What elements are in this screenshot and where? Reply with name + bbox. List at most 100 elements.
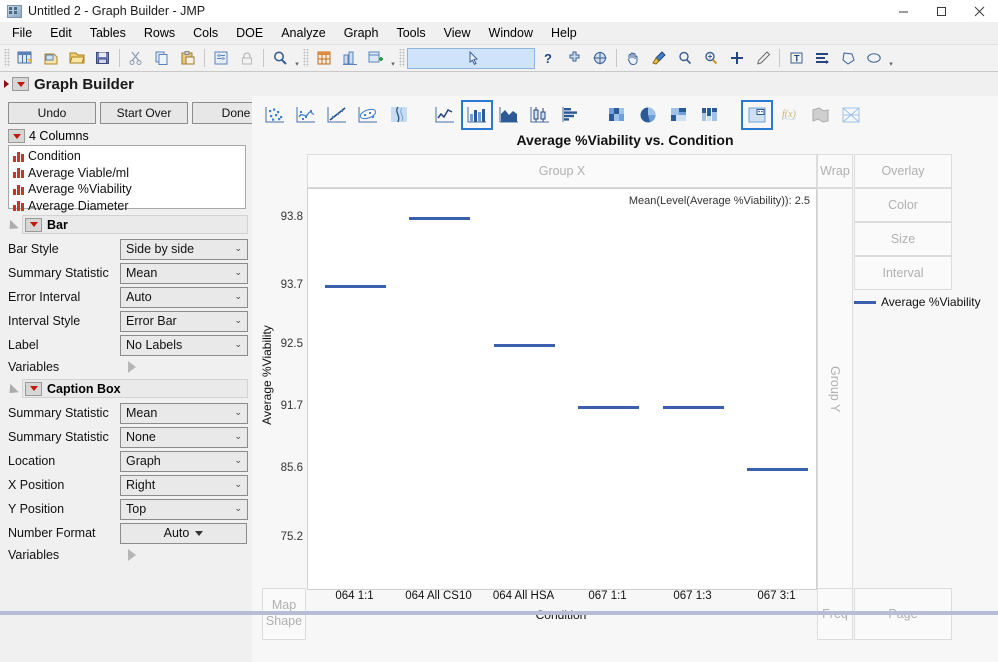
menu-edit[interactable]: Edit (41, 23, 81, 43)
bar-064-1-1[interactable] (325, 285, 386, 288)
menu-window[interactable]: Window (480, 23, 542, 43)
column-viewer-icon[interactable] (337, 46, 363, 71)
undo-button[interactable]: Undo (8, 102, 96, 124)
columns-menu-icon[interactable] (8, 129, 25, 143)
dropzone-size[interactable]: Size (854, 222, 952, 256)
bar-icon[interactable] (461, 100, 493, 130)
paste-icon[interactable] (175, 46, 201, 71)
open-file-icon[interactable] (64, 46, 90, 71)
maximize-icon[interactable] (922, 0, 960, 22)
crosshair-icon[interactable] (561, 46, 587, 71)
bar-064-all-cs10[interactable] (409, 217, 470, 220)
add-rows-icon[interactable] (363, 46, 389, 71)
dropzone-group-x[interactable]: Group X (307, 154, 817, 188)
line-tool-icon[interactable] (809, 46, 835, 71)
columns-header[interactable]: 4 Columns (0, 126, 252, 145)
mosaic-icon[interactable] (695, 101, 725, 129)
column-item-average-viability[interactable]: Average %Viability (9, 181, 245, 198)
formula-icon[interactable]: f(x) (774, 101, 804, 129)
menu-graph[interactable]: Graph (335, 23, 388, 43)
section-header-caption-box[interactable]: Caption Box (22, 379, 248, 398)
dropzone-group-y[interactable]: Group Y (817, 188, 853, 590)
dropzone-color[interactable]: Color (854, 188, 952, 222)
panel-disclosure-icon[interactable] (4, 80, 9, 88)
contour-icon[interactable] (384, 101, 414, 129)
minimize-icon[interactable] (884, 0, 922, 22)
annotate-pencil-icon[interactable] (750, 46, 776, 71)
menu-tools[interactable]: Tools (387, 23, 434, 43)
pie-icon[interactable] (633, 101, 663, 129)
menu-rows[interactable]: Rows (135, 23, 184, 43)
dropzone-interval[interactable]: Interval (854, 256, 952, 290)
data-filter-icon[interactable] (208, 46, 234, 71)
brush-icon[interactable] (646, 46, 672, 71)
treemap-icon[interactable] (664, 101, 694, 129)
section-header-bar[interactable]: Bar (22, 215, 248, 234)
column-item-condition[interactable]: Condition (9, 148, 245, 165)
grabber-hand-icon[interactable] (620, 46, 646, 71)
tools-dropdown-icon[interactable]: ▾ (887, 48, 895, 68)
section-collapse-icon[interactable] (5, 219, 18, 232)
ellipse-icon[interactable] (353, 101, 383, 129)
ellipse-tool-icon[interactable] (861, 46, 887, 71)
red-triangle-menu-icon[interactable] (12, 77, 29, 91)
polygon-tool-icon[interactable] (835, 46, 861, 71)
bar-067-1-3[interactable] (663, 406, 724, 409)
close-icon[interactable] (960, 0, 998, 22)
caption-summary-statistic-2-select[interactable]: None ⌄ (120, 427, 248, 448)
bar-064-all-hsa[interactable] (494, 344, 555, 347)
parallel-plot-icon[interactable] (836, 101, 866, 129)
help-question-icon[interactable]: ? (535, 46, 561, 71)
interval-style-select[interactable]: Error Bar ⌄ (120, 311, 248, 332)
new-script-icon[interactable] (38, 46, 64, 71)
start-over-button[interactable]: Start Over (100, 102, 188, 124)
y-position-select[interactable]: Top ⌄ (120, 499, 248, 520)
brush-target-icon[interactable] (587, 46, 613, 71)
search-dropdown-icon[interactable]: ▾ (293, 48, 301, 68)
caption-box-icon[interactable] (741, 100, 773, 130)
dropzone-overlay[interactable]: Overlay (854, 154, 952, 188)
menu-view[interactable]: View (435, 23, 480, 43)
data-table-icon[interactable] (311, 46, 337, 71)
tables-dropdown-icon[interactable]: ▾ (389, 48, 397, 68)
column-item-average-diameter[interactable]: Average Diameter (9, 198, 245, 215)
text-tool-icon[interactable]: T (783, 46, 809, 71)
error-interval-select[interactable]: Auto ⌄ (120, 287, 248, 308)
column-item-average-viable-ml[interactable]: Average Viable/ml (9, 165, 245, 182)
menu-cols[interactable]: Cols (184, 23, 227, 43)
x-position-select[interactable]: Right ⌄ (120, 475, 248, 496)
heatmap-icon[interactable] (602, 101, 632, 129)
new-data-table-icon[interactable] (12, 46, 38, 71)
toolbar-grip[interactable] (399, 49, 405, 67)
toolbar-grip[interactable] (4, 49, 10, 67)
dropzone-wrap[interactable]: Wrap (817, 154, 853, 188)
section-collapse-icon[interactable] (5, 383, 18, 396)
line-of-fit-icon[interactable] (322, 101, 352, 129)
magnifier-icon[interactable] (672, 46, 698, 71)
bar-style-select[interactable]: Side by side ⌄ (120, 239, 248, 260)
plot-frame[interactable]: Mean(Level(Average %Viability)): 2.5 (307, 188, 817, 590)
box-plot-icon[interactable] (525, 101, 555, 129)
bar-067-3-1[interactable] (747, 468, 808, 471)
bar-067-1-1[interactable] (578, 406, 639, 409)
menu-doe[interactable]: DOE (227, 23, 272, 43)
variables-expander-icon[interactable] (128, 549, 136, 561)
number-format-button[interactable]: Auto (120, 523, 247, 544)
bar-section-menu-icon[interactable] (25, 218, 42, 232)
label-select[interactable]: No Labels ⌄ (120, 335, 248, 356)
line-icon[interactable] (430, 101, 460, 129)
histogram-icon[interactable] (556, 101, 586, 129)
copy-icon[interactable] (149, 46, 175, 71)
area-icon[interactable] (494, 101, 524, 129)
map-shapes-icon[interactable] (805, 101, 835, 129)
location-select[interactable]: Graph ⌄ (120, 451, 248, 472)
menu-tables[interactable]: Tables (81, 23, 135, 43)
arrow-select-icon[interactable] (407, 48, 535, 69)
points-icon[interactable] (260, 101, 290, 129)
variables-expander-icon[interactable] (128, 361, 136, 373)
smoother-icon[interactable] (291, 101, 321, 129)
toolbar-grip[interactable] (303, 49, 309, 67)
menu-analyze[interactable]: Analyze (272, 23, 334, 43)
bar-summary-statistic-select[interactable]: Mean ⌄ (120, 263, 248, 284)
crosshairs-plus-icon[interactable] (724, 46, 750, 71)
